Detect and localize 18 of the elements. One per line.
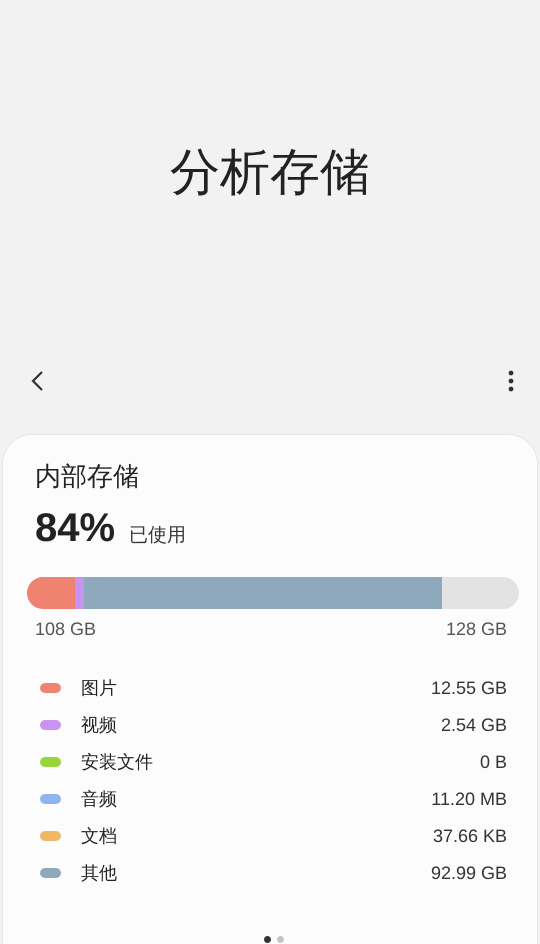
storage-title: 内部存储 <box>35 461 140 494</box>
category-name: 图片 <box>81 677 118 700</box>
category-name: 视频 <box>81 714 118 737</box>
category-size: 37.66 KB <box>432 826 507 846</box>
page-title: 分析存储 <box>169 142 371 203</box>
category-size: 0 B <box>480 752 507 772</box>
category-size: 2.54 GB <box>440 714 507 736</box>
category-name: 音频 <box>81 788 118 811</box>
category-name: 安装文件 <box>81 751 154 774</box>
category-size: 12.55 GB <box>430 678 507 698</box>
category-name: 其他 <box>81 862 118 885</box>
used-size: 108 GB <box>35 619 96 640</box>
category-size: 11.20 MB <box>431 788 507 810</box>
used-label: 已使用 <box>129 523 186 548</box>
category-name: 文档 <box>81 825 118 848</box>
category-size: 92.99 GB <box>430 862 507 884</box>
total-size: 128 GB <box>446 619 507 640</box>
used-percent: 84% <box>35 506 116 551</box>
